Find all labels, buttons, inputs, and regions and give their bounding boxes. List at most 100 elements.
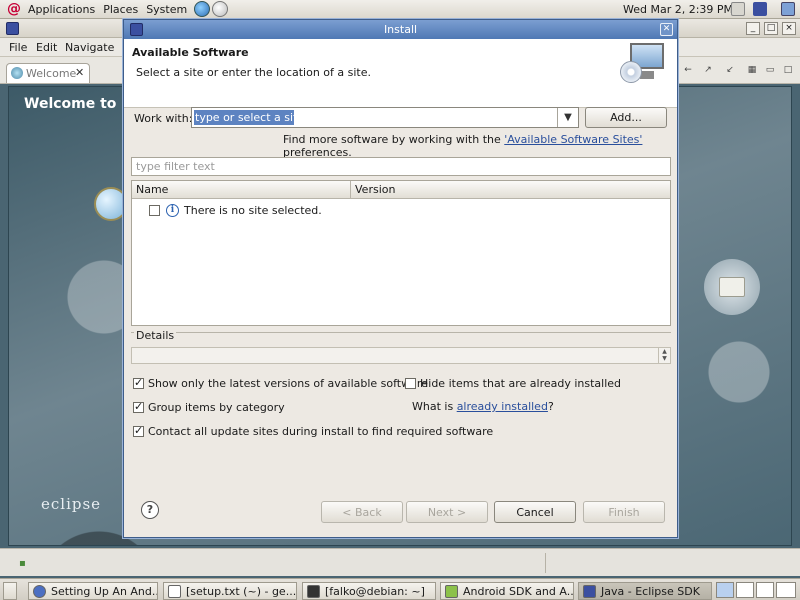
tab-close-icon[interactable]: ✕ [75,66,84,79]
taskbar-item-label: Java - Eclipse SDK [601,585,700,598]
taskbar-item-label: [falko@debian: ~] [325,585,425,598]
show-latest-label: Show only the latest versions of availab… [148,377,428,390]
mail-icon[interactable] [212,1,229,17]
dialog-header: Available Software Select a site or ente… [124,39,677,108]
tree-header: Name Version [132,181,670,199]
next-button[interactable]: Next > [406,501,488,523]
column-name[interactable]: Name [136,183,168,196]
taskbar-item-label: Setting Up An And... [51,585,158,598]
taskbar-item-eclipse[interactable]: Java - Eclipse SDK [578,582,712,600]
status-bar: ▪ [0,548,800,576]
workbench-icon [719,277,745,297]
add-site-button[interactable]: Add... [585,107,667,128]
group-by-category-label: Group items by category [148,401,285,414]
clock[interactable]: Wed Mar 2, 2:39 PM [623,3,733,16]
workspace-2[interactable] [736,582,754,598]
install-dialog: Install ✕ Available Software Select a si… [123,19,678,538]
taskbar: Setting Up An And... [setup.txt (~) - ge… [0,578,800,600]
maximize-button[interactable]: □ [764,22,778,35]
eclipse-icon [583,585,596,598]
info-icon: i [166,204,179,217]
back-button[interactable]: < Back [321,501,403,523]
taskbar-item-setting-up[interactable]: Setting Up An And... [28,582,158,600]
what-is-installed-text: What is already installed? [412,400,554,413]
header-subtitle: Select a site or enter the location of a… [136,66,372,79]
filter-input[interactable] [131,157,671,176]
top-panel: @ Applications Places System Wed Mar 2, … [0,0,800,19]
workspace-3[interactable] [756,582,774,598]
find-more-text: Find more software by working with the '… [283,133,677,159]
workspace-1[interactable] [716,582,734,598]
applications-menu[interactable]: Applications [26,3,101,16]
install-software-icon [620,43,666,83]
site-combo[interactable]: ▼ [191,107,579,128]
column-version[interactable]: Version [355,183,395,196]
details-scrollbar[interactable]: ▲ ▼ [658,348,670,363]
places-menu[interactable]: Places [101,3,144,16]
work-with-label: Work with: [134,112,193,125]
maximize-view-icon[interactable]: □ [782,65,794,76]
eclipse-app-icon [6,22,19,35]
welcome-icon [11,67,23,79]
help-icon[interactable]: ? [141,501,159,519]
show-desktop-button[interactable] [3,582,17,600]
column-divider[interactable] [350,181,351,199]
tab-welcome[interactable]: Welcome ✕ [6,63,90,83]
status-icon[interactable]: ▪ [19,558,31,570]
menu-edit[interactable]: Edit [36,41,57,54]
details-label: Details [134,329,177,342]
details-group: Details ▲ ▼ [131,329,671,367]
finish-button[interactable]: Finish [583,501,665,523]
minimize-view-icon[interactable]: ▭ [764,65,776,76]
debian-logo-icon[interactable]: @ [7,2,21,16]
already-installed-link[interactable]: already installed [457,400,548,413]
what-is-prefix: What is [412,400,457,413]
details-text[interactable]: ▲ ▼ [131,347,671,364]
system-menu[interactable]: System [144,3,193,16]
browser-icon [33,585,46,598]
menu-file[interactable]: File [9,41,27,54]
cancel-button[interactable]: Cancel [494,501,576,523]
hide-installed-checkbox[interactable] [405,378,416,389]
close-button[interactable]: × [782,22,796,35]
show-latest-checkbox[interactable] [133,376,144,389]
web-browser-icon[interactable] [194,1,211,17]
software-tree[interactable]: Name Version i There is no site selected… [131,180,671,326]
contact-sites-checkbox[interactable] [133,424,144,437]
zoom-in-icon[interactable]: ↙ [724,65,736,76]
taskbar-item-label: [setup.txt (~) - ge... [186,585,297,598]
row-checkbox[interactable] [149,205,160,216]
tab-welcome-label: Welcome [26,67,77,80]
available-sites-link[interactable]: 'Available Software Sites' [504,133,642,146]
network-icon[interactable] [781,2,795,16]
dialog-close-icon[interactable]: ✕ [660,23,673,36]
site-input[interactable] [193,109,557,126]
dialog-title: Install [383,23,418,36]
dialog-titlebar: Install ✕ [124,20,677,39]
contact-sites-label: Contact all update sites during install … [148,425,494,438]
chevron-down-icon[interactable]: ▼ [557,108,578,127]
text-editor-icon [168,585,181,598]
minimize-button[interactable]: _ [746,22,760,35]
view-menu-icon[interactable]: ▦ [746,65,758,76]
eclipse-tray-icon[interactable] [753,2,767,16]
taskbar-item-setup-txt[interactable]: [setup.txt (~) - ge... [163,582,297,600]
back-nav-icon[interactable]: ← [682,65,694,76]
header-title: Available Software [132,46,249,59]
welcome-title: Welcome to Ec [24,96,140,112]
taskbar-item-android-sdk[interactable]: Android SDK and A... [440,582,574,600]
workbench-button[interactable] [704,259,760,315]
what-is-suffix: ? [547,400,554,413]
status-divider [545,553,546,573]
zoom-out-icon[interactable]: ↗ [702,65,714,76]
volume-icon[interactable] [731,2,745,16]
hide-installed-label: Hide items that are already installed [420,377,622,390]
tree-row-label: There is no site selected. [184,204,322,217]
taskbar-item-label: Android SDK and A... [463,585,574,598]
terminal-icon [307,585,320,598]
group-by-category-checkbox[interactable] [133,400,144,413]
eclipse-logo: eclipse [41,495,102,513]
menu-navigate[interactable]: Navigate [65,41,114,54]
taskbar-item-terminal[interactable]: [falko@debian: ~] [302,582,436,600]
trash-icon[interactable] [776,582,796,598]
